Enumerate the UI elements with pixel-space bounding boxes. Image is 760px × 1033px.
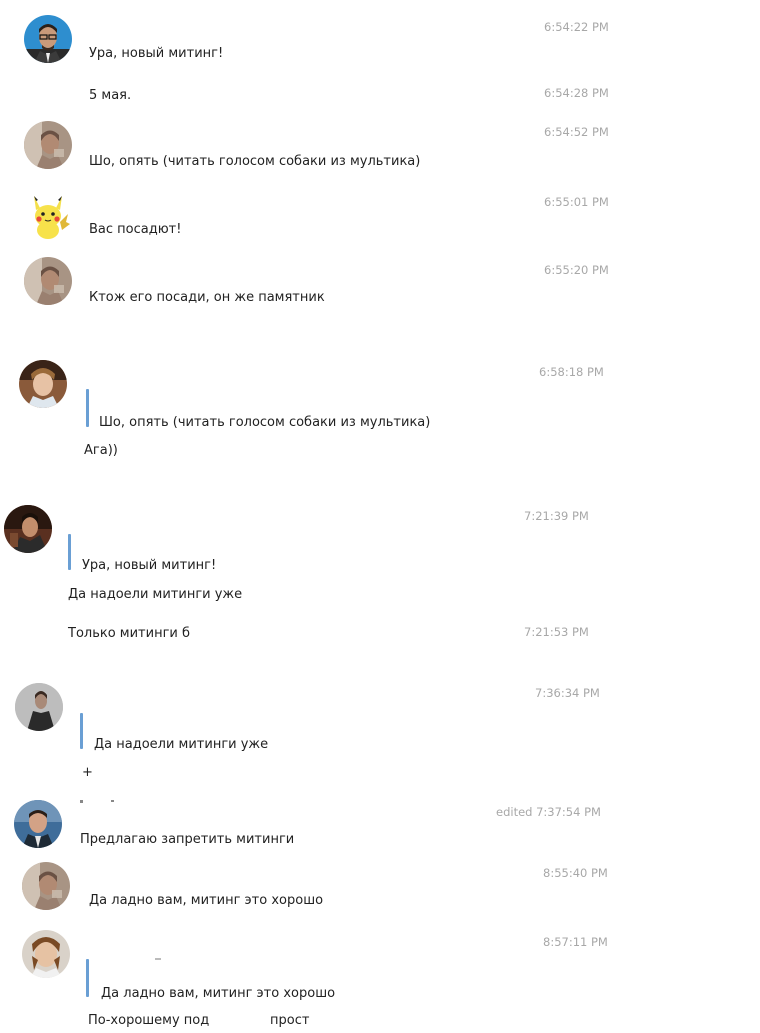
- avatar-1-icon: [24, 15, 72, 63]
- quoted-message-text: Ура, новый митинг!: [82, 558, 217, 573]
- message-timestamp: 7:36:34 PM: [535, 686, 600, 700]
- quote-bar: [86, 959, 89, 997]
- message-text: Да надоели митинги уже: [68, 587, 243, 602]
- message-timestamp: 7:21:53 PM: [524, 625, 589, 639]
- quoted-message-text: Да ладно вам, митинг это хорошо: [101, 986, 336, 1001]
- message-text: Ага)): [84, 443, 118, 458]
- chat-history: Ура, новый митинг! 6:54:22 PM 5 мая. 6:5…: [0, 0, 760, 1033]
- message-timestamp: 6:54:28 PM: [544, 86, 609, 100]
- avatar-2-icon: [24, 121, 72, 169]
- message-text-tail: прост: [270, 1013, 310, 1028]
- message-timestamp: 6:54:22 PM: [544, 20, 609, 34]
- message-timestamp: 8:57:11 PM: [543, 935, 608, 949]
- quote-bar: [68, 534, 71, 570]
- message-text: По-хорошему под: [88, 1013, 210, 1028]
- message-text: Вас посадют!: [89, 222, 182, 237]
- avatar-8-icon: [14, 800, 62, 848]
- quoted-message-text: Да надоели митинги уже: [94, 737, 269, 752]
- message-text: Предлагаю запретить митинги: [80, 832, 295, 847]
- redacted-dot: [80, 800, 83, 803]
- avatar-user-3[interactable]: [24, 192, 72, 240]
- redacted-dot: [111, 800, 114, 802]
- message-timestamp: 6:58:18 PM: [539, 365, 604, 379]
- avatar-user-4[interactable]: [24, 257, 72, 305]
- avatar-user-6[interactable]: [4, 505, 52, 553]
- avatar-user-9[interactable]: [22, 862, 70, 910]
- avatar-user-10[interactable]: [22, 930, 70, 978]
- avatar-user-5[interactable]: [19, 360, 67, 408]
- avatar-user-8[interactable]: [14, 800, 62, 848]
- avatar-7-icon: [15, 683, 63, 731]
- message-timestamp: 7:21:39 PM: [524, 509, 589, 523]
- avatar-10-icon: [22, 930, 70, 978]
- avatar-6-icon: [4, 505, 52, 553]
- message-timestamp: 6:55:20 PM: [544, 263, 609, 277]
- quote-bar: [80, 713, 83, 749]
- avatar-user-7[interactable]: [15, 683, 63, 731]
- message-timestamp: 6:54:52 PM: [544, 125, 609, 139]
- avatar-user-1[interactable]: [24, 15, 72, 63]
- message-timestamp: 6:55:01 PM: [544, 195, 609, 209]
- avatar-4-icon: [24, 257, 72, 305]
- message-text: Только митинги б: [68, 626, 191, 641]
- message-text: Ура, новый митинг!: [89, 46, 224, 61]
- message-text: +: [82, 765, 93, 780]
- message-timestamp: 8:55:40 PM: [543, 866, 608, 880]
- message-text: Шо, опять (читать голосом собаки из муль…: [89, 154, 421, 169]
- quote-bar: [86, 389, 89, 427]
- quoted-message-text: Шо, опять (читать голосом собаки из муль…: [99, 415, 431, 430]
- avatar-user-2[interactable]: [24, 121, 72, 169]
- message-text: Ктож его посади, он же памятник: [89, 290, 325, 305]
- avatar-5-icon: [19, 360, 67, 408]
- avatar-9-icon: [22, 862, 70, 910]
- message-text: Да ладно вам, митинг это хорошо: [89, 893, 324, 908]
- redacted-mark: [155, 958, 161, 960]
- pikachu-icon: [24, 192, 72, 240]
- message-text: 5 мая.: [89, 88, 132, 103]
- message-timestamp: edited 7:37:54 PM: [496, 805, 601, 819]
